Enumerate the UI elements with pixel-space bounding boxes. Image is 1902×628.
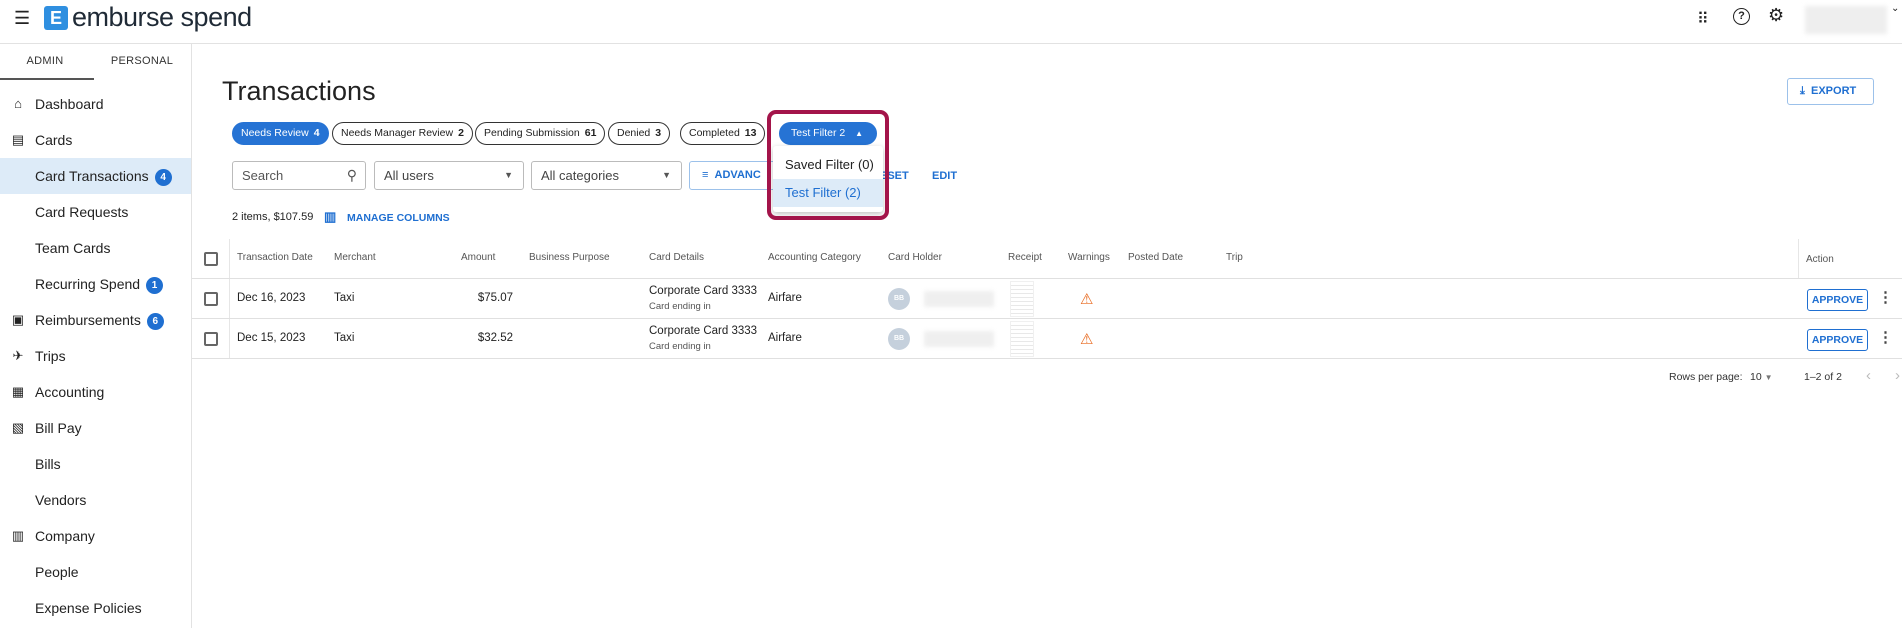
page-title: Transactions: [222, 76, 376, 106]
manage-columns-button[interactable]: MANAGE COLUMNS: [347, 212, 450, 224]
sidebar-item-bills[interactable]: Bills: [0, 446, 191, 482]
edit-button[interactable]: EDIT: [932, 170, 957, 182]
col-trip[interactable]: Trip: [1226, 252, 1243, 263]
col-card-details[interactable]: Card Details: [649, 252, 704, 263]
sidebar-item-bill-pay[interactable]: ▧ Bill Pay: [0, 410, 191, 446]
help-icon[interactable]: ?: [1733, 8, 1750, 25]
top-bar: ☰ E emburse spend ⠿ ? ⚙ ⌄: [0, 0, 1902, 44]
col-card-holder[interactable]: Card Holder: [888, 252, 942, 263]
col-amount[interactable]: Amount: [461, 252, 495, 263]
col-merchant[interactable]: Merchant: [334, 252, 376, 263]
col-posted-date[interactable]: Posted Date: [1128, 252, 1183, 263]
download-icon: ⤓: [1800, 85, 1805, 97]
search-input[interactable]: Search ⚲: [232, 161, 366, 190]
airplane-icon: ✈: [12, 348, 24, 363]
approve-button[interactable]: APPROVE: [1807, 289, 1868, 311]
sidebar-item-cards[interactable]: ▤ Cards: [0, 122, 191, 158]
columns-icon[interactable]: ▥: [324, 209, 336, 225]
user-menu[interactable]: [1805, 6, 1887, 34]
count-badge: 6: [146, 313, 164, 330]
bill-icon: ▧: [11, 420, 25, 435]
more-options-icon[interactable]: ⋮: [1878, 328, 1893, 346]
col-receipt[interactable]: Receipt: [1008, 252, 1042, 263]
row-checkbox[interactable]: [204, 292, 218, 306]
warning-icon[interactable]: ⚠: [1080, 290, 1093, 308]
chip-needs-manager-review[interactable]: Needs Manager Review 2: [332, 122, 473, 145]
tab-personal[interactable]: PERSONAL: [97, 55, 187, 67]
sidebar-item-trips[interactable]: ✈ Trips: [0, 338, 191, 374]
highlight-box: [767, 110, 889, 220]
chip-pending-submission[interactable]: Pending Submission 61: [475, 122, 606, 145]
sidebar-item-expense-policies[interactable]: Expense Policies: [0, 590, 191, 626]
sidebar: ADMIN PERSONAL ⌂ Dashboard ▤ Cards Card Tr…: [0, 44, 192, 628]
card-holder-name: [924, 291, 994, 307]
approve-button[interactable]: APPROVE: [1807, 329, 1868, 351]
export-button[interactable]: ⤓ EXPORT: [1787, 78, 1874, 105]
sidebar-item-card-transactions[interactable]: Card Transactions 4: [0, 158, 191, 194]
rows-per-page-select[interactable]: 10 ▼: [1750, 371, 1773, 383]
col-accounting-category[interactable]: Accounting Category: [768, 252, 861, 263]
receipt-thumbnail[interactable]: [1010, 321, 1034, 357]
caret-down-icon: ▼: [504, 170, 513, 180]
chip-completed[interactable]: Completed 13: [680, 122, 766, 145]
row-checkbox[interactable]: [204, 332, 218, 346]
rows-per-page-label: Rows per page:: [1669, 371, 1743, 383]
sidebar-item-team-cards[interactable]: Team Cards: [0, 230, 191, 266]
filter-icon: ≡: [702, 169, 709, 181]
card-holder-name: [924, 331, 994, 347]
building-icon: ▥: [11, 528, 25, 543]
prev-page-icon[interactable]: ‹: [1866, 367, 1871, 384]
active-tab-indicator: [0, 78, 94, 80]
receipt-thumbnail[interactable]: [1010, 281, 1034, 317]
count-badge: 4: [154, 169, 172, 186]
categories-select[interactable]: All categories ▼: [531, 161, 682, 190]
settings-icon[interactable]: ⚙: [1768, 5, 1784, 26]
sidebar-item-card-requests[interactable]: Card Requests: [0, 194, 191, 230]
sidebar-item-dashboard[interactable]: ⌂ Dashboard: [0, 86, 191, 122]
home-icon: ⌂: [14, 96, 22, 111]
menu-icon[interactable]: ☰: [14, 8, 30, 29]
avatar: BB: [888, 328, 910, 350]
col-business-purpose[interactable]: Business Purpose: [529, 252, 610, 263]
more-options-icon[interactable]: ⋮: [1878, 288, 1893, 306]
sidebar-item-vendors[interactable]: Vendors: [0, 482, 191, 518]
search-icon: ⚲: [346, 167, 357, 183]
caret-down-icon: ▼: [662, 170, 671, 180]
next-page-icon[interactable]: ›: [1895, 367, 1900, 384]
col-warnings[interactable]: Warnings: [1068, 252, 1110, 263]
chip-denied[interactable]: Denied 3: [608, 122, 671, 145]
calculator-icon: ▦: [11, 384, 25, 399]
sidebar-item-people[interactable]: People: [0, 554, 191, 590]
table-header: Transaction Date Merchant Amount Busines…: [192, 239, 1902, 279]
logo-mark: E: [44, 6, 68, 30]
chip-needs-review[interactable]: Needs Review 4: [232, 122, 329, 145]
pagination-range: 1–2 of 2: [1804, 371, 1842, 383]
advanced-filter-button[interactable]: ≡ ADVANC: [689, 161, 779, 190]
tab-admin[interactable]: ADMIN: [0, 55, 90, 67]
sidebar-item-recurring-spend[interactable]: Recurring Spend 1: [0, 266, 191, 302]
table-row[interactable]: Dec 15, 2023 Taxi $32.52 Corporate Card …: [192, 319, 1902, 359]
avatar: BB: [888, 288, 910, 310]
col-transaction-date[interactable]: Transaction Date: [237, 252, 313, 263]
select-all-checkbox[interactable]: [204, 252, 218, 266]
apps-grid-icon[interactable]: ⠿: [1697, 9, 1709, 29]
sidebar-item-reimbursements[interactable]: ▣ Reimbursements 6: [0, 302, 191, 338]
sidebar-item-company[interactable]: ▥ Company: [0, 518, 191, 554]
logo-text[interactable]: emburse spend: [72, 2, 252, 33]
sidebar-item-accounting[interactable]: ▦ Accounting: [0, 374, 191, 410]
col-action: Action: [1806, 254, 1834, 265]
warning-icon[interactable]: ⚠: [1080, 330, 1093, 348]
cards-icon: ▤: [11, 132, 25, 147]
chevron-down-icon[interactable]: ⌄: [1891, 3, 1899, 14]
items-summary: 2 items, $107.59: [232, 211, 314, 223]
users-select[interactable]: All users ▼: [374, 161, 524, 190]
money-icon: ▣: [11, 312, 25, 327]
count-badge: 1: [146, 277, 164, 294]
table-row[interactable]: Dec 16, 2023 Taxi $75.07 Corporate Card …: [192, 279, 1902, 319]
